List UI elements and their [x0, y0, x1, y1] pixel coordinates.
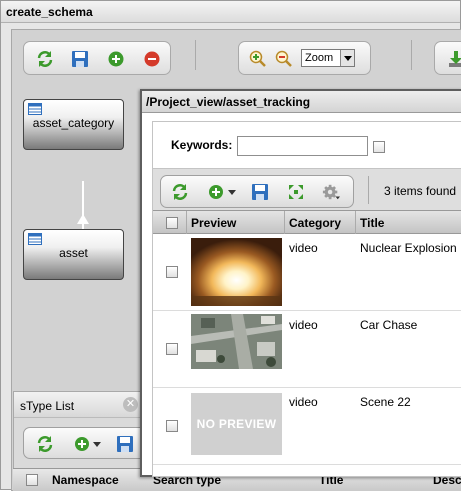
row-category: video — [289, 395, 318, 409]
export-toolbar — [434, 41, 461, 75]
close-icon[interactable]: ✕ — [123, 397, 138, 412]
column-header-preview[interactable]: Preview — [187, 211, 285, 234]
row-checkbox[interactable] — [166, 266, 178, 278]
chevron-down-icon — [340, 50, 354, 66]
keywords-label: Keywords: — [171, 138, 233, 152]
results-grid-header: Preview Category Title — [153, 210, 461, 234]
column-header-category[interactable]: Category — [285, 211, 356, 234]
row-checkbox[interactable] — [166, 420, 178, 432]
chevron-down-icon[interactable] — [92, 435, 102, 453]
gear-icon[interactable] — [322, 183, 340, 201]
zoom-in-icon[interactable] — [249, 50, 267, 68]
row-title: Scene 22 — [360, 395, 411, 409]
search-panel: Keywords: 3 items found Preview Category… — [152, 121, 461, 477]
zoom-out-icon[interactable] — [275, 50, 293, 68]
items-found-count: 3 items found — [384, 184, 457, 198]
row-category: video — [289, 318, 318, 332]
select-column — [153, 211, 187, 234]
toolbar-separator — [368, 176, 369, 204]
no-preview-thumbnail[interactable]: NO PREVIEW — [191, 393, 282, 455]
row-title: Car Chase — [360, 318, 418, 332]
schema-node-asset[interactable]: asset — [23, 229, 124, 280]
schema-node-asset-category[interactable]: asset_category — [23, 99, 124, 150]
table-row[interactable]: video Nuclear Explosion — [153, 234, 461, 311]
no-preview-text: NO PREVIEW — [196, 417, 277, 431]
table-icon — [28, 233, 42, 248]
add-icon[interactable] — [107, 50, 125, 68]
save-icon[interactable] — [251, 183, 269, 201]
zoom-toolbar: Zoom — [238, 41, 371, 75]
results-toolbar: 3 items found — [153, 168, 461, 210]
column-header-title[interactable]: Title — [356, 211, 461, 234]
add-icon[interactable] — [73, 435, 91, 453]
remove-icon[interactable] — [143, 50, 161, 68]
toolbar-separator — [195, 40, 196, 70]
keywords-checkbox[interactable] — [373, 141, 385, 153]
node-label: asset_category — [32, 116, 115, 130]
column-header[interactable]: Namespace — [52, 473, 119, 487]
table-row[interactable]: NO PREVIEW video Scene 22 — [153, 388, 461, 465]
schema-toolbar-main — [23, 41, 171, 75]
add-icon[interactable] — [207, 183, 225, 201]
keywords-input[interactable] — [237, 136, 368, 156]
select-all-checkbox[interactable] — [166, 217, 178, 229]
refresh-icon[interactable] — [36, 50, 54, 68]
zoom-select-value: Zoom — [305, 52, 334, 64]
row-title: Nuclear Explosion — [360, 241, 457, 255]
expand-icon[interactable] — [287, 183, 305, 201]
create-schema-window: create_schema Zoom asset_category asset … — [0, 0, 461, 491]
save-icon[interactable] — [71, 50, 89, 68]
download-icon[interactable] — [447, 50, 461, 68]
node-label: asset — [59, 246, 88, 260]
zoom-select[interactable]: Zoom — [301, 49, 355, 67]
explosion-thumbnail[interactable] — [191, 238, 282, 306]
chevron-down-icon[interactable] — [227, 183, 237, 201]
refresh-icon[interactable] — [36, 435, 54, 453]
results-toolbar-group — [160, 175, 354, 208]
toolbar-separator — [411, 40, 412, 70]
aerial-city-thumbnail[interactable] — [191, 314, 282, 369]
window-title: create_schema — [1, 1, 460, 23]
row-checkbox[interactable] — [166, 343, 178, 355]
table-icon — [28, 103, 42, 118]
asset-tracking-window: /Project_view/asset_tracking Keywords: 3… — [140, 89, 461, 477]
refresh-icon[interactable] — [171, 183, 189, 201]
select-all-checkbox[interactable] — [26, 474, 38, 486]
stype-toolbar — [23, 427, 148, 459]
inner-window-title[interactable]: /Project_view/asset_tracking — [142, 91, 461, 113]
row-category: video — [289, 241, 318, 255]
save-icon[interactable] — [116, 435, 134, 453]
arrow-up-icon — [77, 213, 89, 227]
table-row[interactable]: video Car Chase — [153, 311, 461, 388]
